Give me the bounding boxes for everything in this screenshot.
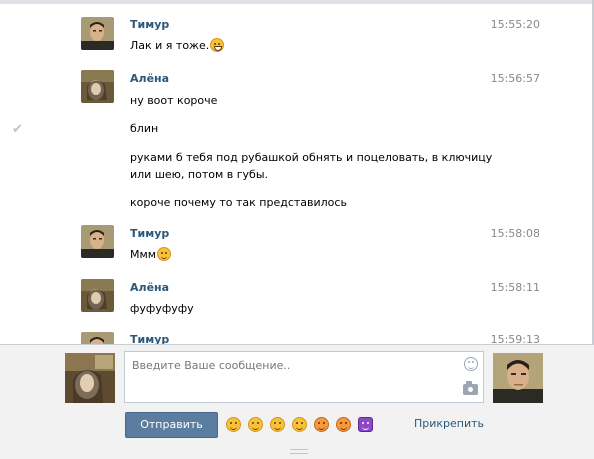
- own-avatar[interactable]: [65, 353, 115, 403]
- smiley-icon[interactable]: [464, 357, 478, 371]
- message-line: Ммм: [130, 248, 157, 261]
- message-line: руками б тебя под рубашкой обнять и поце…: [130, 151, 493, 181]
- camera-icon[interactable]: [463, 381, 478, 395]
- avatar-timur[interactable]: [81, 17, 114, 50]
- message-time: 15:58:08: [490, 227, 540, 240]
- grinning-face-icon[interactable]: [226, 417, 241, 432]
- grinning-emoji-icon: [210, 38, 225, 52]
- kissing-face-icon[interactable]: [336, 417, 351, 432]
- message-line: ну воот короче: [130, 94, 218, 107]
- message-author[interactable]: Тимур: [130, 18, 169, 31]
- send-button[interactable]: Отправить: [125, 412, 218, 438]
- message-author[interactable]: Тимур: [130, 227, 169, 240]
- avatar-alena[interactable]: [81, 70, 114, 103]
- message-line: короче почему то так представилось: [130, 196, 347, 209]
- grimacing-face-icon[interactable]: [292, 417, 307, 432]
- message-time: 15:58:11: [490, 281, 540, 294]
- compose-area: Отправить Прикрепить: [0, 344, 594, 459]
- message-time: 15:55:20: [490, 18, 540, 31]
- message-text: Ммм: [130, 246, 500, 263]
- angry-face-icon[interactable]: [314, 417, 329, 432]
- checkmark-icon[interactable]: ✔: [12, 122, 23, 137]
- avatar-timur[interactable]: [81, 332, 114, 344]
- message-history[interactable]: Тимур 15:55:20 Лак и я тоже. Алёна 15:56…: [0, 4, 592, 344]
- message-time: 15:56:57: [490, 72, 540, 85]
- message-author[interactable]: Алёна: [130, 72, 169, 85]
- smiling-face-icon[interactable]: [248, 417, 263, 432]
- message-input[interactable]: [132, 356, 452, 374]
- message-text: Лак и я тоже.: [130, 37, 500, 54]
- avatar-timur[interactable]: [81, 225, 114, 258]
- message-time: 15:59:13: [490, 333, 540, 344]
- resize-handle[interactable]: [290, 449, 308, 454]
- attach-link[interactable]: Прикрепить: [414, 417, 484, 430]
- message-input-box[interactable]: [124, 351, 484, 403]
- avatar-alena[interactable]: [81, 279, 114, 312]
- expressionless-face-icon[interactable]: [270, 417, 285, 432]
- relieved-emoji-icon: [157, 247, 172, 261]
- message-line: блин: [130, 122, 159, 135]
- message-line: фуфуфуфу: [130, 302, 194, 315]
- message-author[interactable]: Алёна: [130, 281, 169, 294]
- interlocutor-avatar[interactable]: [493, 353, 543, 403]
- message-line: Лак и я тоже.: [130, 39, 210, 52]
- alien-monster-icon[interactable]: [358, 417, 373, 432]
- message-author[interactable]: Тимур: [130, 333, 169, 344]
